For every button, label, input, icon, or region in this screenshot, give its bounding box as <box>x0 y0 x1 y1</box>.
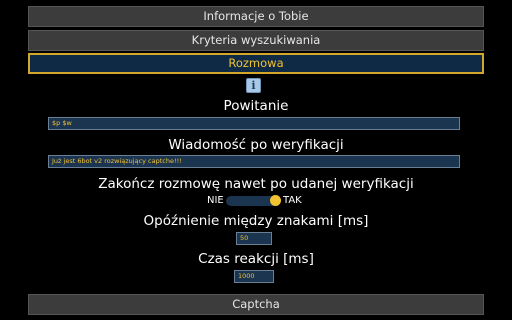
info-icon[interactable]: i <box>246 78 261 93</box>
greeting-label: Powitanie <box>223 98 289 114</box>
verification-message-input[interactable]: Już jest 6bot v2 rozwiązujący captche!!! <box>48 155 460 168</box>
verification-message-label: Wiadomość po weryfikacji <box>168 137 344 153</box>
section-about-you[interactable]: Informacje o Tobie <box>28 6 484 27</box>
reaction-time-input[interactable]: 1000 <box>234 270 274 283</box>
toggle-no-label: NIE <box>207 195 224 206</box>
section-search-criteria[interactable]: Kryteria wyszukiwania <box>28 30 484 51</box>
toggle-knob[interactable] <box>270 195 281 206</box>
end-conversation-toggle-row: NIE TAK <box>0 194 512 208</box>
toggle-yes-label: TAK <box>283 195 302 206</box>
greeting-input[interactable]: $p $w <box>48 117 460 130</box>
section-conversation[interactable]: Rozmowa <box>28 53 484 74</box>
char-delay-input[interactable]: 50 <box>236 232 272 245</box>
end-conversation-label: Zakończ rozmowę nawet po udanej weryfika… <box>98 176 414 192</box>
reaction-time-label: Czas reakcji [ms] <box>198 251 314 267</box>
section-captcha[interactable]: Captcha <box>28 294 484 315</box>
char-delay-label: Opóźnienie między znakami [ms] <box>143 213 369 229</box>
